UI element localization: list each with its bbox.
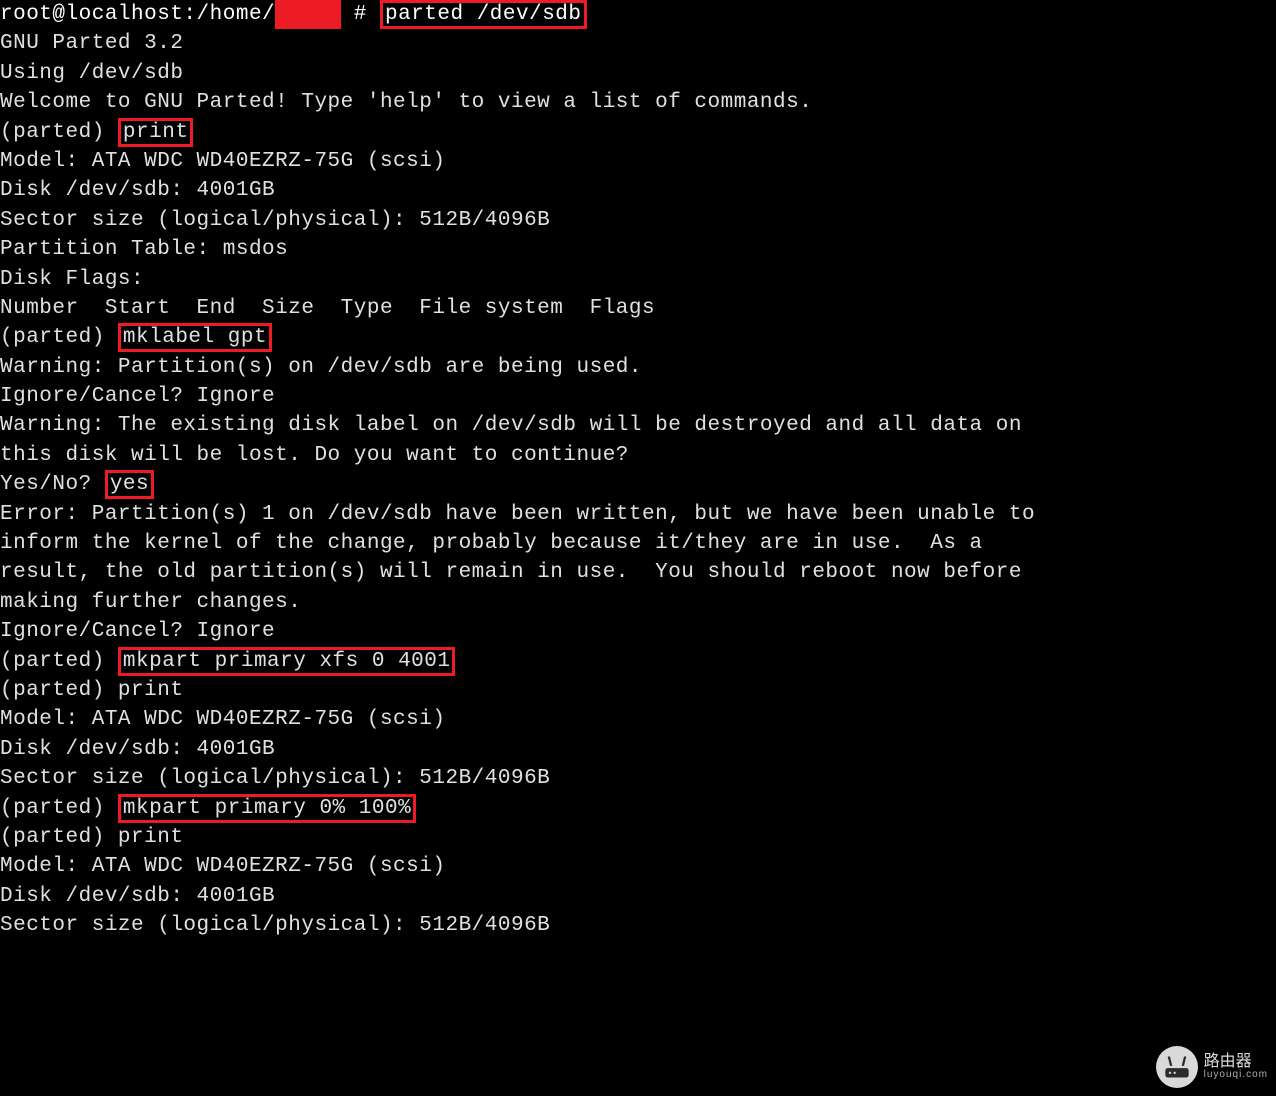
cmd-mkpart-xfs: mkpart primary xfs 0 4001 [118,647,456,676]
yesno-prompt: Yes/No? [0,473,105,496]
output-line: Model: ATA WDC WD40EZRZ-75G (scsi) [0,147,1276,176]
cmd-mkpart-percent: mkpart primary 0% 100% [118,794,416,823]
output-line: this disk will be lost. Do you want to c… [0,441,1276,470]
parted-prompt: (parted) [0,650,118,673]
cmd-yes: yes [105,470,154,499]
output-line: Disk Flags: [0,265,1276,294]
output-line: Error: Partition(s) 1 on /dev/sdb have b… [0,500,1276,529]
output-line: Model: ATA WDC WD40EZRZ-75G (scsi) [0,852,1276,881]
output-line: result, the old partition(s) will remain… [0,558,1276,587]
parted-prompt-line: (parted) mklabel gpt [0,323,1276,352]
output-line: Sector size (logical/physical): 512B/409… [0,764,1276,793]
output-line: Ignore/Cancel? Ignore [0,617,1276,646]
output-line: Warning: The existing disk label on /dev… [0,411,1276,440]
output-line: Ignore/Cancel? Ignore [0,382,1276,411]
cmd-print: print [118,118,194,147]
output-line: Using /dev/sdb [0,59,1276,88]
output-line: Disk /dev/sdb: 4001GB [0,882,1276,911]
parted-prompt-line: (parted) mkpart primary 0% 100% [0,794,1276,823]
output-line: Disk /dev/sdb: 4001GB [0,735,1276,764]
output-line: Disk /dev/sdb: 4001GB [0,176,1276,205]
prompt-user-host: root@localhost:/home/ [0,3,275,26]
table-header: Number Start End Size Type File system F… [0,294,1276,323]
watermark: 路由器 luyouqi.com [1156,1046,1268,1088]
router-icon [1163,1053,1191,1081]
output-line: (parted) print [0,823,1276,852]
output-line: inform the kernel of the change, probabl… [0,529,1276,558]
watermark-sub: luyouqi.com [1204,1070,1268,1080]
output-line: Sector size (logical/physical): 512B/409… [0,206,1276,235]
output-line: (parted) print [0,676,1276,705]
parted-prompt: (parted) [0,326,118,349]
parted-prompt-line: (parted) print [0,118,1276,147]
output-line: Welcome to GNU Parted! Type 'help' to vi… [0,88,1276,117]
parted-prompt: (parted) [0,121,118,144]
parted-prompt-line: (parted) mkpart primary xfs 0 4001 [0,647,1276,676]
output-line: Model: ATA WDC WD40EZRZ-75G (scsi) [0,705,1276,734]
watermark-icon-circle [1156,1046,1198,1088]
confirm-line: Yes/No? yes [0,470,1276,499]
redacted-user: xxxxx [275,0,341,29]
output-line: making further changes. [0,588,1276,617]
output-line: Partition Table: msdos [0,235,1276,264]
cmd-mklabel: mklabel gpt [118,323,272,352]
output-line: GNU Parted 3.2 [0,29,1276,58]
terminal[interactable]: root@localhost:/home/xxxxx # parted /dev… [0,0,1276,941]
output-line: Sector size (logical/physical): 512B/409… [0,911,1276,940]
prompt-hash: # [341,3,380,26]
prompt-line: root@localhost:/home/xxxxx # parted /dev… [0,0,1276,29]
watermark-main: 路由器 [1204,1053,1252,1070]
watermark-text: 路由器 luyouqi.com [1204,1054,1268,1080]
output-line: Warning: Partition(s) on /dev/sdb are be… [0,353,1276,382]
parted-prompt: (parted) [0,797,118,820]
cmd-parted: parted /dev/sdb [380,0,587,29]
